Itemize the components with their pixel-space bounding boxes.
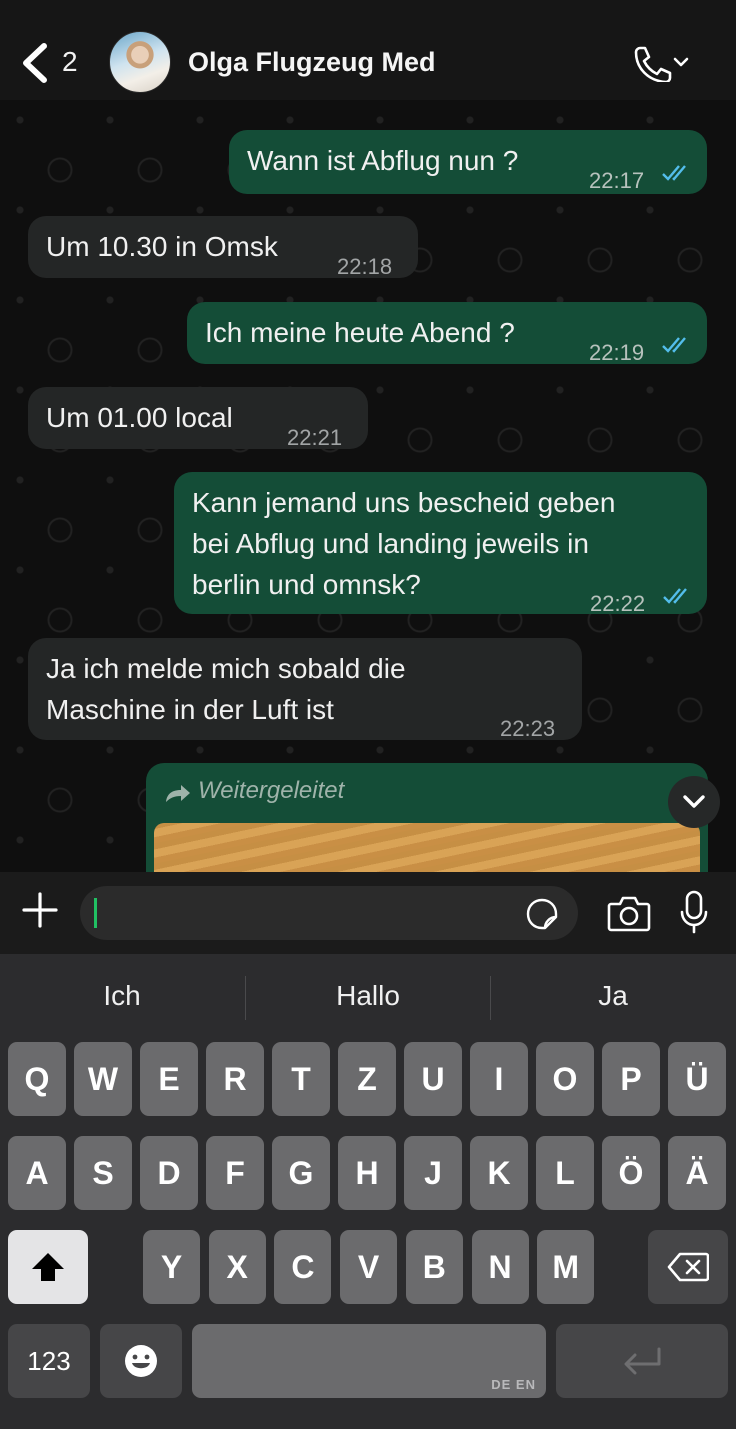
message-outgoing[interactable]: Kann jemand uns bescheid geben bei Abflu… xyxy=(174,472,707,616)
numbers-key[interactable]: 123 xyxy=(8,1324,90,1398)
message-outgoing[interactable]: Ich meine heute Abend ? 22:19 xyxy=(187,302,707,365)
message-line: Maschine in der Luft ist xyxy=(46,694,334,725)
camera-icon[interactable] xyxy=(607,894,651,932)
key-c[interactable]: C xyxy=(274,1230,332,1304)
emoji-key[interactable] xyxy=(100,1324,182,1398)
key-n[interactable]: N xyxy=(471,1230,529,1304)
sticker-icon[interactable] xyxy=(526,898,558,930)
space-key[interactable]: DE EN xyxy=(192,1324,546,1398)
message-line: Kann jemand uns bescheid geben xyxy=(192,487,616,518)
message-incoming[interactable]: Ja ich melde mich sobald die Maschine in… xyxy=(28,638,582,741)
message-input-bar xyxy=(0,872,736,954)
key-a[interactable]: A xyxy=(8,1136,66,1210)
plus-icon[interactable] xyxy=(22,892,58,928)
key-j[interactable]: J xyxy=(404,1136,462,1210)
key-o[interactable]: O xyxy=(536,1042,594,1116)
message-time: 22:23 xyxy=(500,716,556,741)
key-v[interactable]: V xyxy=(340,1230,398,1304)
suggestion-2[interactable]: Hallo xyxy=(246,980,490,1012)
key-y[interactable]: Y xyxy=(143,1230,200,1304)
forwarded-label: Weitergeleitet xyxy=(198,777,345,804)
back-chevron-icon[interactable] xyxy=(18,42,52,84)
key-h[interactable]: H xyxy=(338,1136,396,1210)
backspace-key[interactable] xyxy=(648,1230,728,1304)
key-i[interactable]: I xyxy=(470,1042,528,1116)
key-e[interactable]: E xyxy=(140,1042,198,1116)
suggestion-3[interactable]: Ja xyxy=(491,980,735,1012)
message-text: Wann ist Abflug nun ? xyxy=(247,145,519,176)
key-x[interactable]: X xyxy=(208,1230,266,1304)
message-line: bei Abflug und landing jeweils in xyxy=(192,528,589,559)
shift-key[interactable] xyxy=(8,1230,88,1304)
message-input[interactable] xyxy=(80,886,578,940)
message-time: 22:19 xyxy=(589,340,645,365)
key-s[interactable]: S xyxy=(74,1136,132,1210)
key-z[interactable]: Z xyxy=(338,1042,396,1116)
key-l[interactable]: L xyxy=(536,1136,594,1210)
text-cursor xyxy=(94,898,97,928)
key-b[interactable]: B xyxy=(405,1230,463,1304)
key-p[interactable]: P xyxy=(602,1042,660,1116)
message-line: Ja ich melde mich sobald die xyxy=(46,653,406,684)
chat-area[interactable]: Wann ist Abflug nun ? 22:17 Um 10.30 in … xyxy=(0,100,736,872)
message-time: 22:17 xyxy=(589,168,645,193)
forwarded-image[interactable] xyxy=(154,823,700,872)
key-q[interactable]: Q xyxy=(8,1042,66,1116)
shift-icon xyxy=(32,1253,64,1281)
key-m[interactable]: M xyxy=(537,1230,595,1304)
key-ü[interactable]: Ü xyxy=(668,1042,726,1116)
message-text: Um 10.30 in Omsk xyxy=(46,231,278,262)
key-g[interactable]: G xyxy=(272,1136,330,1210)
return-key[interactable] xyxy=(556,1324,728,1398)
message-text: Kann jemand uns bescheid geben bei Abflu… xyxy=(192,482,615,605)
message-forwarded[interactable]: Weitergeleitet xyxy=(146,763,708,872)
key-ä[interactable]: Ä xyxy=(668,1136,726,1210)
unread-count[interactable]: 2 xyxy=(62,46,78,78)
key-f[interactable]: F xyxy=(206,1136,264,1210)
read-ticks-icon xyxy=(663,588,687,604)
message-text: Ja ich melde mich sobald die Maschine in… xyxy=(46,648,406,730)
key-r[interactable]: R xyxy=(206,1042,264,1116)
chevron-down-icon xyxy=(683,795,705,808)
keyboard: Ich Hallo Ja QWERTZUIOPÜ ASDFGHJKLÖÄ YXC… xyxy=(0,954,736,1429)
key-k[interactable]: K xyxy=(470,1136,528,1210)
message-outgoing[interactable]: Wann ist Abflug nun ? 22:17 xyxy=(229,130,707,194)
backspace-icon xyxy=(667,1252,709,1282)
emoji-icon xyxy=(125,1345,157,1377)
message-line: berlin und omnsk? xyxy=(192,569,421,600)
avatar[interactable] xyxy=(109,31,171,93)
message-time: 22:22 xyxy=(590,591,646,616)
key-u[interactable]: U xyxy=(404,1042,462,1116)
message-text: Um 01.00 local xyxy=(46,402,233,433)
read-ticks-icon xyxy=(662,337,686,353)
chat-header: 2 Olga Flugzeug Med xyxy=(0,0,736,100)
suggestion-1[interactable]: Ich xyxy=(0,980,244,1012)
message-time: 22:18 xyxy=(337,254,393,279)
scroll-down-button[interactable] xyxy=(668,776,720,828)
mic-icon[interactable] xyxy=(680,890,708,934)
key-t[interactable]: T xyxy=(272,1042,330,1116)
contact-name[interactable]: Olga Flugzeug Med xyxy=(188,47,436,78)
read-ticks-icon xyxy=(662,165,686,181)
message-incoming[interactable]: Um 01.00 local 22:21 xyxy=(28,387,368,450)
keyboard-languages: DE EN xyxy=(491,1377,536,1392)
key-w[interactable]: W xyxy=(74,1042,132,1116)
return-icon xyxy=(624,1347,661,1375)
call-icon[interactable] xyxy=(630,46,690,82)
key-d[interactable]: D xyxy=(140,1136,198,1210)
message-text: Ich meine heute Abend ? xyxy=(205,317,515,348)
key-ö[interactable]: Ö xyxy=(602,1136,660,1210)
message-incoming[interactable]: Um 10.30 in Omsk 22:18 xyxy=(28,216,418,279)
message-time: 22:21 xyxy=(287,425,343,450)
forward-arrow-icon xyxy=(166,785,190,802)
